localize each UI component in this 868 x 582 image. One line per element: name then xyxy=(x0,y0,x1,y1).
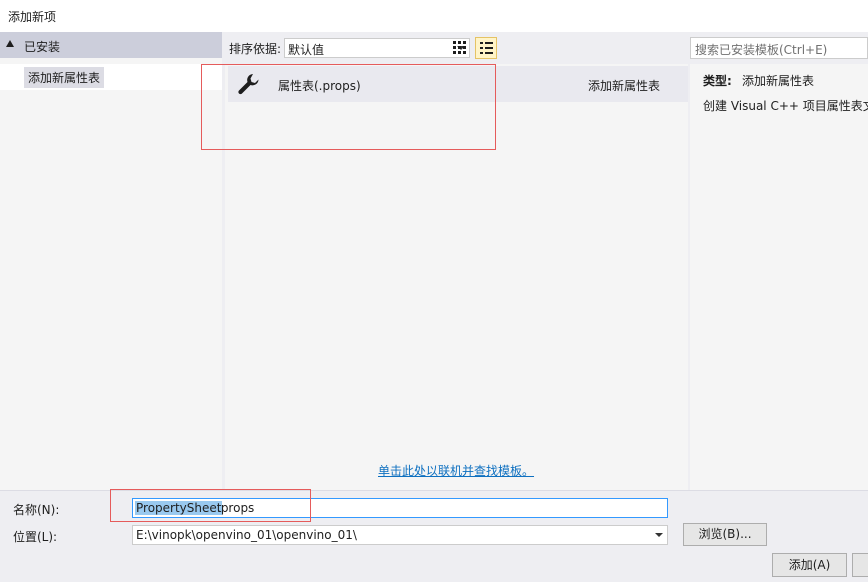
highlight-box-template xyxy=(201,64,496,150)
highlight-box-name xyxy=(110,489,311,522)
tree-item-label: 添加新属性表 xyxy=(24,67,105,88)
browse-button[interactable]: 浏览(B)... xyxy=(683,523,767,546)
location-field[interactable]: E:\vinopk\openvino_01\openvino_01\ xyxy=(132,525,668,545)
tree-item-add-property-sheet[interactable]: 添加新属性表 xyxy=(0,64,222,90)
sort-label: 排序依据: xyxy=(229,42,282,56)
type-value: 添加新属性表 xyxy=(742,74,815,88)
grid-view-icon[interactable] xyxy=(450,38,470,58)
location-label: 位置(L): xyxy=(13,530,58,544)
tree-node-label: 已安装 xyxy=(24,40,61,54)
list-view-icon[interactable] xyxy=(475,37,497,59)
add-button[interactable]: 添加(A) xyxy=(772,553,847,577)
sort-toolbar: 排序依据: 默认值 xyxy=(225,32,688,62)
location-value: E:\vinopk\openvino_01\openvino_01\ xyxy=(136,528,357,542)
expand-arrow-icon[interactable] xyxy=(6,40,14,47)
type-key: 类型: xyxy=(703,74,732,88)
window-title: 添加新项 xyxy=(8,10,57,24)
template-type: 添加新属性表 xyxy=(588,79,661,93)
online-templates-link[interactable]: 单击此处以联机并查找模板。 xyxy=(378,462,534,479)
search-placeholder: 搜索已安装模板(Ctrl+E) xyxy=(695,43,828,57)
search-input[interactable]: 搜索已安装模板(Ctrl+E) xyxy=(690,37,868,59)
name-label: 名称(N): xyxy=(13,503,60,517)
tree-node-installed[interactable]: 已安装 xyxy=(0,32,222,58)
category-tree: 已安装 添加新属性表 xyxy=(0,32,222,490)
template-description: 创建 Visual C++ 项目属性表文 xyxy=(703,99,868,113)
title-bar: 添加新项 xyxy=(0,0,868,32)
sort-value: 默认值 xyxy=(288,43,325,57)
sort-dropdown[interactable]: 默认值 xyxy=(284,38,470,58)
chevron-down-icon[interactable] xyxy=(655,533,663,537)
template-details: 类型: 添加新属性表 创建 Visual C++ 项目属性表文 xyxy=(690,64,868,490)
cancel-button[interactable] xyxy=(852,553,868,577)
